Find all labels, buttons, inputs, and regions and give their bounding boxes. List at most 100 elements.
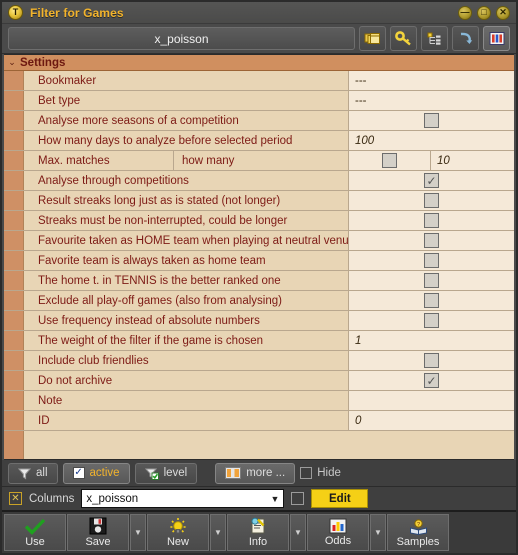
checkbox-icon[interactable] xyxy=(424,293,439,308)
checkbox-icon[interactable] xyxy=(424,253,439,268)
hide-checkbox[interactable] xyxy=(300,467,313,479)
checkbox-icon[interactable] xyxy=(424,213,439,228)
row-checkbox-cell[interactable] xyxy=(349,251,514,270)
checkbox-icon[interactable] xyxy=(424,233,439,248)
checkbox-icon[interactable] xyxy=(382,153,397,168)
row-checkbox-cell[interactable] xyxy=(349,211,514,230)
chevron-down-icon: ▼ xyxy=(374,528,382,537)
filter-active-button[interactable]: ✓ active xyxy=(62,462,130,484)
table-row[interactable]: Streaks must be non-interrupted, could b… xyxy=(4,211,514,231)
row-checkbox-cell[interactable] xyxy=(349,291,514,310)
table-row[interactable]: The home t. in TENNIS is the better rank… xyxy=(4,271,514,291)
table-row[interactable]: Do not archive ✓ xyxy=(4,371,514,391)
columns-select[interactable]: x_poisson ▼ xyxy=(81,489,285,508)
redo-button[interactable] xyxy=(452,26,479,51)
row-value[interactable]: 0 xyxy=(349,411,514,430)
save-button[interactable]: Save xyxy=(67,514,129,551)
row-gutter xyxy=(4,431,24,459)
table-row[interactable]: Analyse through competitions ✓ xyxy=(4,171,514,191)
row-value[interactable]: --- xyxy=(349,71,514,90)
info-dropdown-button[interactable]: ▼ xyxy=(290,514,306,551)
chevron-down-icon[interactable]: ▼ xyxy=(270,494,279,504)
row-value[interactable]: 1 xyxy=(349,331,514,350)
columns-label: Columns xyxy=(29,492,75,505)
key-icon xyxy=(394,31,411,46)
use-button[interactable]: Use xyxy=(4,514,66,551)
title-bar: T Filter for Games — □ ✕ xyxy=(2,2,516,24)
checkbox-icon[interactable]: ✓ xyxy=(424,373,439,388)
row-gutter xyxy=(4,351,24,370)
close-button[interactable]: ✕ xyxy=(496,5,510,20)
info-label: Info xyxy=(248,536,268,548)
chevron-down-icon[interactable]: ⌄ xyxy=(4,58,20,67)
key-button[interactable] xyxy=(390,26,417,51)
filter-level-button[interactable]: level xyxy=(134,462,198,484)
row-checkbox-cell[interactable] xyxy=(349,191,514,210)
row-gutter xyxy=(4,91,24,110)
table-row[interactable]: Favourite taken as HOME team when playin… xyxy=(4,231,514,251)
table-row[interactable]: Include club friendlies xyxy=(4,351,514,371)
bars-button[interactable] xyxy=(483,26,510,51)
edit-button[interactable]: Edit xyxy=(311,489,369,508)
checkbox-icon[interactable] xyxy=(424,353,439,368)
open-folder-button[interactable] xyxy=(359,26,386,51)
tree-list-button[interactable] xyxy=(421,26,448,51)
table-row[interactable]: Use frequency instead of absolute number… xyxy=(4,311,514,331)
row-gutter xyxy=(4,71,24,90)
row-gutter xyxy=(4,251,24,270)
row-value[interactable]: --- xyxy=(349,91,514,110)
row-checkbox-cell[interactable]: ✓ xyxy=(349,171,514,190)
more-button[interactable]: more ... xyxy=(215,462,296,484)
more-label: more ... xyxy=(246,467,286,479)
table-row[interactable]: The weight of the filter if the game is … xyxy=(4,331,514,351)
maximize-button[interactable]: □ xyxy=(477,5,491,20)
row-value[interactable] xyxy=(349,391,514,410)
row-checkbox-cell[interactable] xyxy=(349,351,514,370)
odds-button[interactable]: Odds xyxy=(307,514,369,551)
table-row[interactable]: Exclude all play-off games (also from an… xyxy=(4,291,514,311)
checkbox-icon[interactable] xyxy=(424,273,439,288)
row-value[interactable]: 10 xyxy=(431,151,514,170)
row-checkbox-cell[interactable]: ✓ xyxy=(349,371,514,390)
minimize-button[interactable]: — xyxy=(458,5,472,20)
table-row[interactable]: Note xyxy=(4,391,514,411)
new-dropdown-button[interactable]: ▼ xyxy=(210,514,226,551)
book-icon: ? xyxy=(409,518,428,535)
new-button[interactable]: New xyxy=(147,514,209,551)
settings-group-header[interactable]: ⌄ Settings xyxy=(4,55,514,71)
save-dropdown-button[interactable]: ▼ xyxy=(130,514,146,551)
table-row[interactable]: Bookmaker --- xyxy=(4,71,514,91)
checkbox-icon[interactable] xyxy=(424,313,439,328)
row-checkbox-cell[interactable] xyxy=(349,111,514,130)
table-row[interactable]: Analyse more seasons of a competition xyxy=(4,111,514,131)
row-checkbox-cell[interactable] xyxy=(349,271,514,290)
table-row[interactable]: Result streaks long just as is stated (n… xyxy=(4,191,514,211)
window-controls: — □ ✕ xyxy=(458,5,512,20)
row-checkbox-cell[interactable] xyxy=(349,151,431,170)
row-label: Favourite taken as HOME team when playin… xyxy=(24,231,349,250)
filter-all-button[interactable]: all xyxy=(8,462,58,484)
settings-table: ⌄ Settings Bookmaker --- Bet type --- Analys… xyxy=(4,54,514,460)
table-row[interactable]: How many days to analyze before selected… xyxy=(4,131,514,151)
info-button[interactable]: Info xyxy=(227,514,289,551)
header-bar: x_poisson xyxy=(2,24,516,54)
odds-dropdown-button[interactable]: ▼ xyxy=(370,514,386,551)
table-row[interactable]: Favorite team is always taken as home te… xyxy=(4,251,514,271)
row-label: The home t. in TENNIS is the better rank… xyxy=(24,271,349,290)
columns-extra-checkbox[interactable] xyxy=(291,492,305,505)
row-checkbox-cell[interactable] xyxy=(349,311,514,330)
table-row[interactable]: Max. matches how many 10 xyxy=(4,151,514,171)
filter-name-input[interactable]: x_poisson xyxy=(8,27,355,50)
x-box-icon[interactable]: ✕ xyxy=(9,492,22,505)
table-row[interactable]: ID 0 xyxy=(4,411,514,431)
checkbox-icon[interactable] xyxy=(424,193,439,208)
row-value[interactable]: 100 xyxy=(349,131,514,150)
row-gutter xyxy=(4,211,24,230)
table-row[interactable]: Bet type --- xyxy=(4,91,514,111)
row-sublabel: how many xyxy=(174,151,349,170)
samples-button[interactable]: ? Samples xyxy=(387,514,449,551)
row-checkbox-cell[interactable] xyxy=(349,231,514,250)
checkbox-icon[interactable]: ✓ xyxy=(424,173,439,188)
checkbox-icon[interactable] xyxy=(424,113,439,128)
bulb-icon xyxy=(169,517,187,535)
